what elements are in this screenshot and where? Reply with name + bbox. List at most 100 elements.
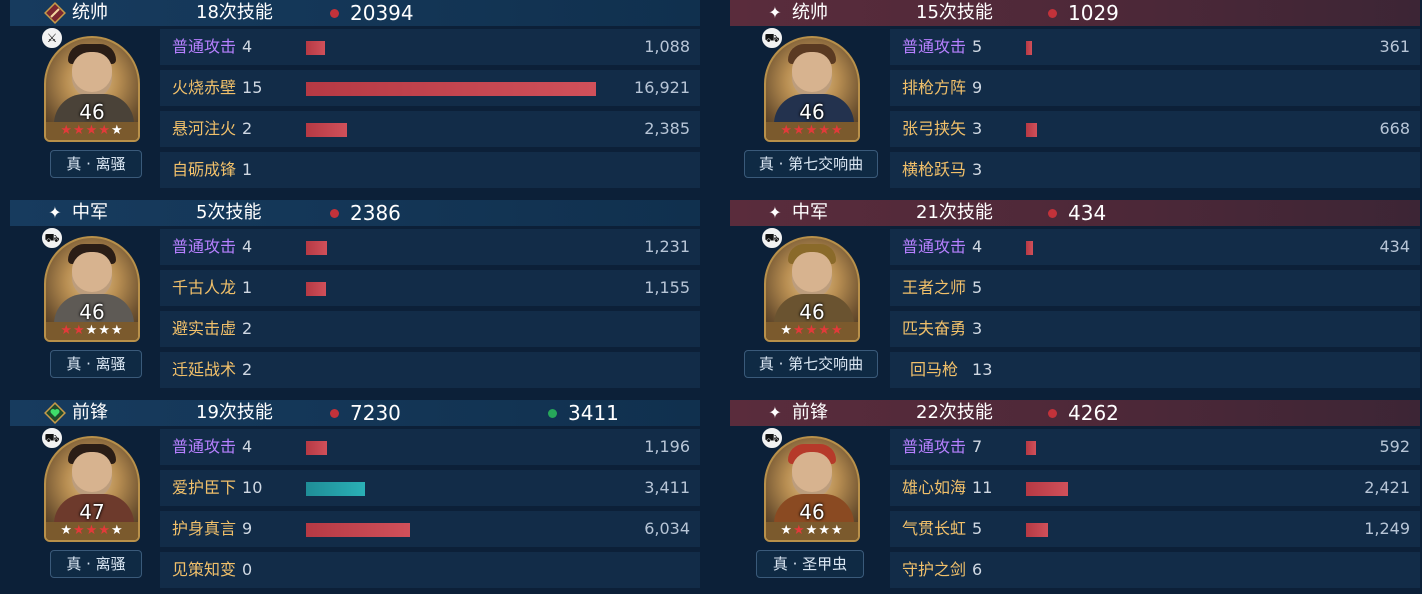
unit-badge-icon: ⛟ [760, 426, 784, 450]
unit-badge-icon: ⛟ [40, 426, 64, 450]
skill-trigger-count: 10 [242, 478, 263, 497]
skill-trigger-count: 2 [242, 119, 253, 138]
damage-bar [1026, 482, 1068, 496]
level-label: 46 [799, 500, 825, 524]
sparkle-icon: ✦ [48, 203, 62, 222]
star-rating: ★★★★★ [46, 122, 138, 140]
damage-bar [306, 241, 327, 255]
role-label: 统帅 [72, 2, 108, 23]
star-rating: ★★★★★ [766, 522, 858, 540]
skill-value: 361 [1379, 37, 1410, 56]
general-portrait[interactable]: 46 ★★★★★ [764, 436, 860, 542]
skill-name: 见策知变 [172, 560, 237, 579]
skill-row[interactable]: 雄心如海 11 2,421 [890, 470, 1420, 506]
level-label: 46 [79, 100, 105, 124]
general-section: ✦ 中军 5次技能 2386 46 ★★★★★ ⛟ 真 · 离骚 普通攻击 4 1… [10, 200, 700, 398]
skill-trigger-count: 4 [242, 37, 253, 56]
skill-row[interactable]: 悬河注火 2 2,385 [160, 111, 700, 147]
skill-trigger-count: 0 [242, 560, 253, 579]
skill-row[interactable]: 避实击虚 2 [160, 311, 700, 347]
damage-bar [306, 41, 325, 55]
skill-name: 普通攻击 [902, 237, 967, 256]
damage-dot-icon [330, 409, 339, 418]
general-portrait[interactable]: 46 ★★★★★ [44, 36, 140, 142]
skill-row[interactable]: 自砺成锋 1 [160, 152, 700, 188]
skill-name: 普通攻击 [172, 237, 237, 256]
skill-row[interactable]: 气贯长虹 5 1,249 [890, 511, 1420, 547]
skill-row[interactable]: 张弓挟矢 3 668 [890, 111, 1420, 147]
heart-badge-icon [44, 402, 66, 424]
unit-badge-icon: ⛟ [760, 26, 784, 50]
tactic-tag[interactable]: 真 · 第七交响曲 [744, 350, 878, 378]
general-section: 统帅 18次技能 20394 46 ★★★★★ ⚔ 真 · 离骚 普通攻击 4 1… [10, 0, 700, 198]
damage-total: 7230 [350, 401, 401, 425]
skill-value: 3,411 [644, 478, 690, 497]
skill-name: 悬河注火 [172, 119, 237, 138]
role-label: 统帅 [792, 2, 828, 23]
general-header: ✦ 中军 5次技能 2386 [10, 200, 700, 226]
skill-row[interactable]: 匹夫奋勇 3 [890, 311, 1420, 347]
skill-name: 气贯长虹 [902, 519, 967, 538]
skill-value: 1,088 [644, 37, 690, 56]
tactic-tag[interactable]: 真 · 圣甲虫 [756, 550, 864, 578]
skill-row[interactable]: 排枪方阵 9 [890, 70, 1420, 106]
skill-row[interactable]: 普通攻击 5 361 [890, 29, 1420, 65]
general-section: ✦ 中军 21次技能 434 46 ★★★★★ ⛟ 真 · 第七交响曲 普通攻击… [730, 200, 1420, 398]
right-team-panel: ✦ 统帅 15次技能 1029 46 ★★★★★ ⛟ 真 · 第七交响曲 普通攻… [730, 0, 1420, 594]
general-portrait[interactable]: 47 ★★★★★ [44, 436, 140, 542]
skill-row[interactable]: 普通攻击 4 1,196 [160, 429, 700, 465]
skill-row[interactable]: 回马枪 13 [890, 352, 1420, 388]
skill-value: 1,231 [644, 237, 690, 256]
heal-dot-icon [548, 409, 557, 418]
skill-name: 排枪方阵 [902, 78, 967, 97]
skill-row[interactable]: 护身真言 9 6,034 [160, 511, 700, 547]
damage-bar [1026, 523, 1048, 537]
skill-count: 5次技能 [196, 202, 262, 223]
tactic-tag[interactable]: 真 · 离骚 [50, 550, 142, 578]
general-portrait[interactable]: 46 ★★★★★ [764, 236, 860, 342]
damage-total: 1029 [1068, 1, 1119, 25]
tactic-tag[interactable]: 真 · 第七交响曲 [744, 150, 878, 178]
skill-row[interactable]: 横枪跃马 3 [890, 152, 1420, 188]
general-header: ✦ 前锋 22次技能 4262 [730, 400, 1420, 426]
skill-value: 1,155 [644, 278, 690, 297]
skill-trigger-count: 13 [972, 360, 993, 379]
skill-name: 守护之剑 [902, 560, 967, 579]
skill-trigger-count: 11 [972, 478, 993, 497]
skill-row[interactable]: 普通攻击 4 1,088 [160, 29, 700, 65]
damage-dot-icon [1048, 409, 1057, 418]
skill-count: 19次技能 [196, 402, 273, 423]
skill-row[interactable]: 守护之剑 6 [890, 552, 1420, 588]
skill-name: 千古人龙 [172, 278, 237, 297]
skill-trigger-count: 5 [972, 278, 983, 297]
skill-value: 434 [1379, 237, 1410, 256]
skill-trigger-count: 1 [242, 278, 253, 297]
skill-row[interactable]: 普通攻击 4 434 [890, 229, 1420, 265]
sword-badge-icon [44, 2, 66, 24]
skill-trigger-count: 6 [972, 560, 983, 579]
skill-row[interactable]: 迁延战术 2 [160, 352, 700, 388]
skill-row[interactable]: 爱护臣下 10 3,411 [160, 470, 700, 506]
damage-bar [1026, 41, 1032, 55]
damage-bar [306, 441, 327, 455]
general-section: ✦ 统帅 15次技能 1029 46 ★★★★★ ⛟ 真 · 第七交响曲 普通攻… [730, 0, 1420, 198]
skill-trigger-count: 3 [972, 160, 983, 179]
skill-trigger-count: 4 [242, 237, 253, 256]
skill-row[interactable]: 火烧赤壁 15 16,921 [160, 70, 700, 106]
general-portrait[interactable]: 46 ★★★★★ [764, 36, 860, 142]
skill-row[interactable]: 见策知变 0 [160, 552, 700, 588]
unit-badge-icon: ⛟ [40, 226, 64, 250]
damage-dot-icon [1048, 9, 1057, 18]
skill-trigger-count: 2 [242, 319, 253, 338]
skill-trigger-count: 5 [972, 519, 983, 538]
skill-row[interactable]: 王者之师 5 [890, 270, 1420, 306]
general-portrait[interactable]: 46 ★★★★★ [44, 236, 140, 342]
damage-bar [1026, 441, 1036, 455]
tactic-tag[interactable]: 真 · 离骚 [50, 350, 142, 378]
tactic-tag[interactable]: 真 · 离骚 [50, 150, 142, 178]
skill-row[interactable]: 千古人龙 1 1,155 [160, 270, 700, 306]
damage-bar [1026, 123, 1037, 137]
skill-row[interactable]: 普通攻击 7 592 [890, 429, 1420, 465]
skill-row[interactable]: 普通攻击 4 1,231 [160, 229, 700, 265]
damage-dot-icon [330, 9, 339, 18]
